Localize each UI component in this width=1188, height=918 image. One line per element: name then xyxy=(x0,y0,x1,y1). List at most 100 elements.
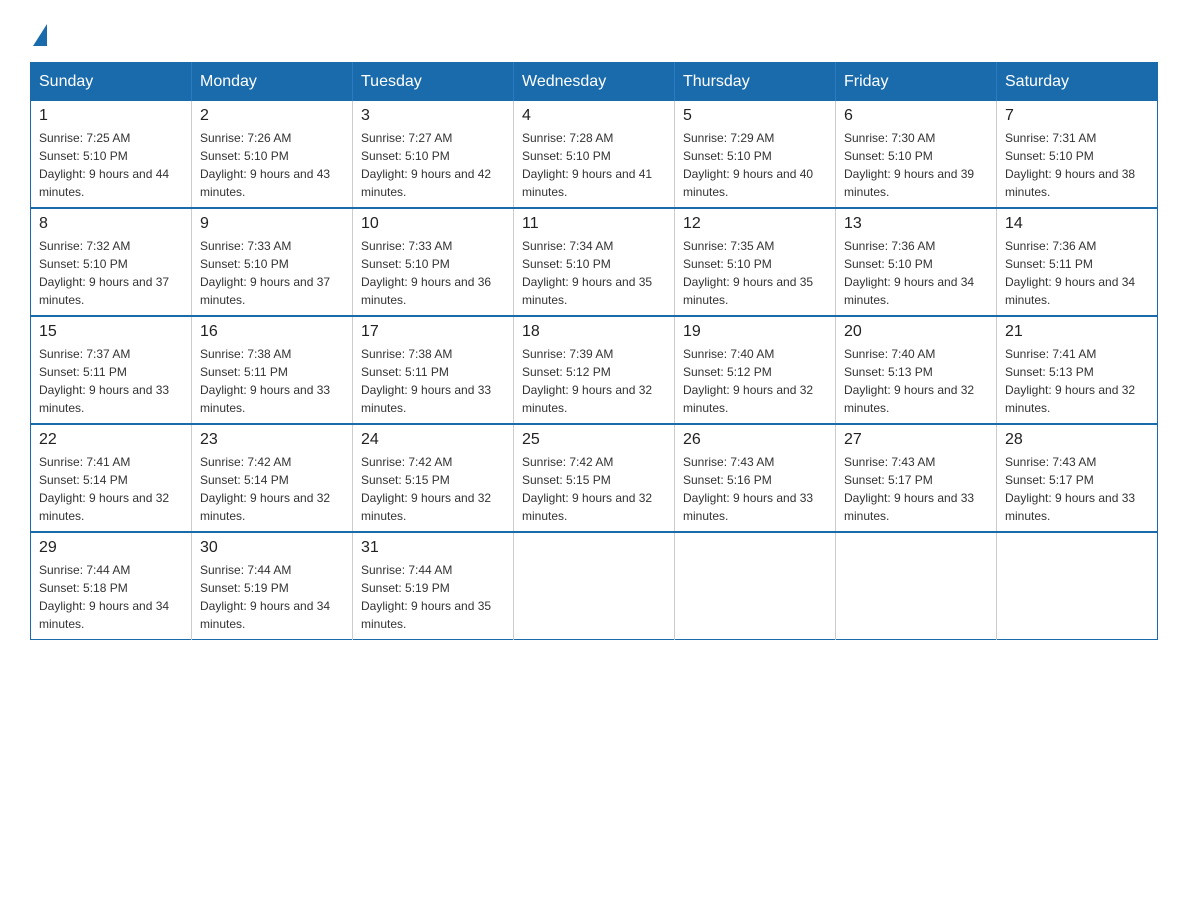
calendar-week-row: 15 Sunrise: 7:37 AM Sunset: 5:11 PM Dayl… xyxy=(31,316,1158,424)
calendar-cell: 7 Sunrise: 7:31 AM Sunset: 5:10 PM Dayli… xyxy=(997,101,1158,208)
calendar-cell: 27 Sunrise: 7:43 AM Sunset: 5:17 PM Dayl… xyxy=(836,424,997,532)
calendar-header-row: SundayMondayTuesdayWednesdayThursdayFrid… xyxy=(31,63,1158,102)
day-number: 9 xyxy=(200,215,344,233)
calendar-cell: 19 Sunrise: 7:40 AM Sunset: 5:12 PM Dayl… xyxy=(675,316,836,424)
day-info: Sunrise: 7:44 AM Sunset: 5:19 PM Dayligh… xyxy=(200,561,344,633)
logo xyxy=(30,20,47,42)
calendar-cell: 30 Sunrise: 7:44 AM Sunset: 5:19 PM Dayl… xyxy=(192,532,353,640)
calendar-cell: 29 Sunrise: 7:44 AM Sunset: 5:18 PM Dayl… xyxy=(31,532,192,640)
calendar-cell: 23 Sunrise: 7:42 AM Sunset: 5:14 PM Dayl… xyxy=(192,424,353,532)
calendar-cell: 24 Sunrise: 7:42 AM Sunset: 5:15 PM Dayl… xyxy=(353,424,514,532)
calendar-cell: 1 Sunrise: 7:25 AM Sunset: 5:10 PM Dayli… xyxy=(31,101,192,208)
day-info: Sunrise: 7:33 AM Sunset: 5:10 PM Dayligh… xyxy=(200,237,344,309)
day-info: Sunrise: 7:31 AM Sunset: 5:10 PM Dayligh… xyxy=(1005,129,1149,201)
calendar-cell: 22 Sunrise: 7:41 AM Sunset: 5:14 PM Dayl… xyxy=(31,424,192,532)
calendar-table: SundayMondayTuesdayWednesdayThursdayFrid… xyxy=(30,62,1158,640)
day-info: Sunrise: 7:43 AM Sunset: 5:16 PM Dayligh… xyxy=(683,453,827,525)
day-info: Sunrise: 7:37 AM Sunset: 5:11 PM Dayligh… xyxy=(39,345,183,417)
calendar-header-sunday: Sunday xyxy=(31,63,192,102)
day-info: Sunrise: 7:32 AM Sunset: 5:10 PM Dayligh… xyxy=(39,237,183,309)
calendar-cell: 10 Sunrise: 7:33 AM Sunset: 5:10 PM Dayl… xyxy=(353,208,514,316)
calendar-header-wednesday: Wednesday xyxy=(514,63,675,102)
calendar-cell xyxy=(514,532,675,640)
day-number: 22 xyxy=(39,431,183,449)
day-number: 3 xyxy=(361,107,505,125)
day-info: Sunrise: 7:39 AM Sunset: 5:12 PM Dayligh… xyxy=(522,345,666,417)
calendar-cell: 17 Sunrise: 7:38 AM Sunset: 5:11 PM Dayl… xyxy=(353,316,514,424)
calendar-week-row: 22 Sunrise: 7:41 AM Sunset: 5:14 PM Dayl… xyxy=(31,424,1158,532)
day-info: Sunrise: 7:28 AM Sunset: 5:10 PM Dayligh… xyxy=(522,129,666,201)
day-info: Sunrise: 7:42 AM Sunset: 5:14 PM Dayligh… xyxy=(200,453,344,525)
day-number: 21 xyxy=(1005,323,1149,341)
day-number: 14 xyxy=(1005,215,1149,233)
calendar-cell: 12 Sunrise: 7:35 AM Sunset: 5:10 PM Dayl… xyxy=(675,208,836,316)
day-info: Sunrise: 7:42 AM Sunset: 5:15 PM Dayligh… xyxy=(361,453,505,525)
day-number: 23 xyxy=(200,431,344,449)
calendar-cell xyxy=(836,532,997,640)
day-info: Sunrise: 7:44 AM Sunset: 5:18 PM Dayligh… xyxy=(39,561,183,633)
day-info: Sunrise: 7:41 AM Sunset: 5:13 PM Dayligh… xyxy=(1005,345,1149,417)
day-info: Sunrise: 7:38 AM Sunset: 5:11 PM Dayligh… xyxy=(200,345,344,417)
calendar-cell: 4 Sunrise: 7:28 AM Sunset: 5:10 PM Dayli… xyxy=(514,101,675,208)
day-number: 26 xyxy=(683,431,827,449)
day-number: 17 xyxy=(361,323,505,341)
day-number: 13 xyxy=(844,215,988,233)
day-number: 31 xyxy=(361,539,505,557)
day-number: 6 xyxy=(844,107,988,125)
day-number: 5 xyxy=(683,107,827,125)
day-info: Sunrise: 7:36 AM Sunset: 5:11 PM Dayligh… xyxy=(1005,237,1149,309)
day-number: 10 xyxy=(361,215,505,233)
day-number: 4 xyxy=(522,107,666,125)
calendar-cell: 15 Sunrise: 7:37 AM Sunset: 5:11 PM Dayl… xyxy=(31,316,192,424)
day-info: Sunrise: 7:25 AM Sunset: 5:10 PM Dayligh… xyxy=(39,129,183,201)
calendar-cell: 2 Sunrise: 7:26 AM Sunset: 5:10 PM Dayli… xyxy=(192,101,353,208)
day-number: 7 xyxy=(1005,107,1149,125)
day-number: 16 xyxy=(200,323,344,341)
calendar-week-row: 1 Sunrise: 7:25 AM Sunset: 5:10 PM Dayli… xyxy=(31,101,1158,208)
day-number: 20 xyxy=(844,323,988,341)
day-info: Sunrise: 7:33 AM Sunset: 5:10 PM Dayligh… xyxy=(361,237,505,309)
day-info: Sunrise: 7:43 AM Sunset: 5:17 PM Dayligh… xyxy=(844,453,988,525)
day-number: 2 xyxy=(200,107,344,125)
day-number: 27 xyxy=(844,431,988,449)
day-info: Sunrise: 7:34 AM Sunset: 5:10 PM Dayligh… xyxy=(522,237,666,309)
calendar-cell xyxy=(675,532,836,640)
calendar-cell: 9 Sunrise: 7:33 AM Sunset: 5:10 PM Dayli… xyxy=(192,208,353,316)
logo-triangle-icon xyxy=(33,24,47,46)
day-info: Sunrise: 7:44 AM Sunset: 5:19 PM Dayligh… xyxy=(361,561,505,633)
calendar-header-monday: Monday xyxy=(192,63,353,102)
calendar-header-saturday: Saturday xyxy=(997,63,1158,102)
day-number: 24 xyxy=(361,431,505,449)
day-number: 30 xyxy=(200,539,344,557)
calendar-header-tuesday: Tuesday xyxy=(353,63,514,102)
day-number: 11 xyxy=(522,215,666,233)
day-number: 12 xyxy=(683,215,827,233)
calendar-cell: 3 Sunrise: 7:27 AM Sunset: 5:10 PM Dayli… xyxy=(353,101,514,208)
day-number: 1 xyxy=(39,107,183,125)
day-info: Sunrise: 7:30 AM Sunset: 5:10 PM Dayligh… xyxy=(844,129,988,201)
day-info: Sunrise: 7:43 AM Sunset: 5:17 PM Dayligh… xyxy=(1005,453,1149,525)
calendar-cell xyxy=(997,532,1158,640)
calendar-cell: 21 Sunrise: 7:41 AM Sunset: 5:13 PM Dayl… xyxy=(997,316,1158,424)
day-number: 25 xyxy=(522,431,666,449)
calendar-week-row: 8 Sunrise: 7:32 AM Sunset: 5:10 PM Dayli… xyxy=(31,208,1158,316)
calendar-cell: 8 Sunrise: 7:32 AM Sunset: 5:10 PM Dayli… xyxy=(31,208,192,316)
day-number: 29 xyxy=(39,539,183,557)
calendar-cell: 11 Sunrise: 7:34 AM Sunset: 5:10 PM Dayl… xyxy=(514,208,675,316)
page-header xyxy=(30,20,1158,42)
calendar-cell: 25 Sunrise: 7:42 AM Sunset: 5:15 PM Dayl… xyxy=(514,424,675,532)
calendar-cell: 18 Sunrise: 7:39 AM Sunset: 5:12 PM Dayl… xyxy=(514,316,675,424)
calendar-cell: 14 Sunrise: 7:36 AM Sunset: 5:11 PM Dayl… xyxy=(997,208,1158,316)
calendar-header-thursday: Thursday xyxy=(675,63,836,102)
calendar-cell: 5 Sunrise: 7:29 AM Sunset: 5:10 PM Dayli… xyxy=(675,101,836,208)
day-number: 8 xyxy=(39,215,183,233)
day-number: 19 xyxy=(683,323,827,341)
calendar-cell: 20 Sunrise: 7:40 AM Sunset: 5:13 PM Dayl… xyxy=(836,316,997,424)
day-info: Sunrise: 7:27 AM Sunset: 5:10 PM Dayligh… xyxy=(361,129,505,201)
calendar-cell: 16 Sunrise: 7:38 AM Sunset: 5:11 PM Dayl… xyxy=(192,316,353,424)
day-number: 28 xyxy=(1005,431,1149,449)
day-info: Sunrise: 7:41 AM Sunset: 5:14 PM Dayligh… xyxy=(39,453,183,525)
day-info: Sunrise: 7:40 AM Sunset: 5:12 PM Dayligh… xyxy=(683,345,827,417)
calendar-cell: 26 Sunrise: 7:43 AM Sunset: 5:16 PM Dayl… xyxy=(675,424,836,532)
calendar-cell: 28 Sunrise: 7:43 AM Sunset: 5:17 PM Dayl… xyxy=(997,424,1158,532)
